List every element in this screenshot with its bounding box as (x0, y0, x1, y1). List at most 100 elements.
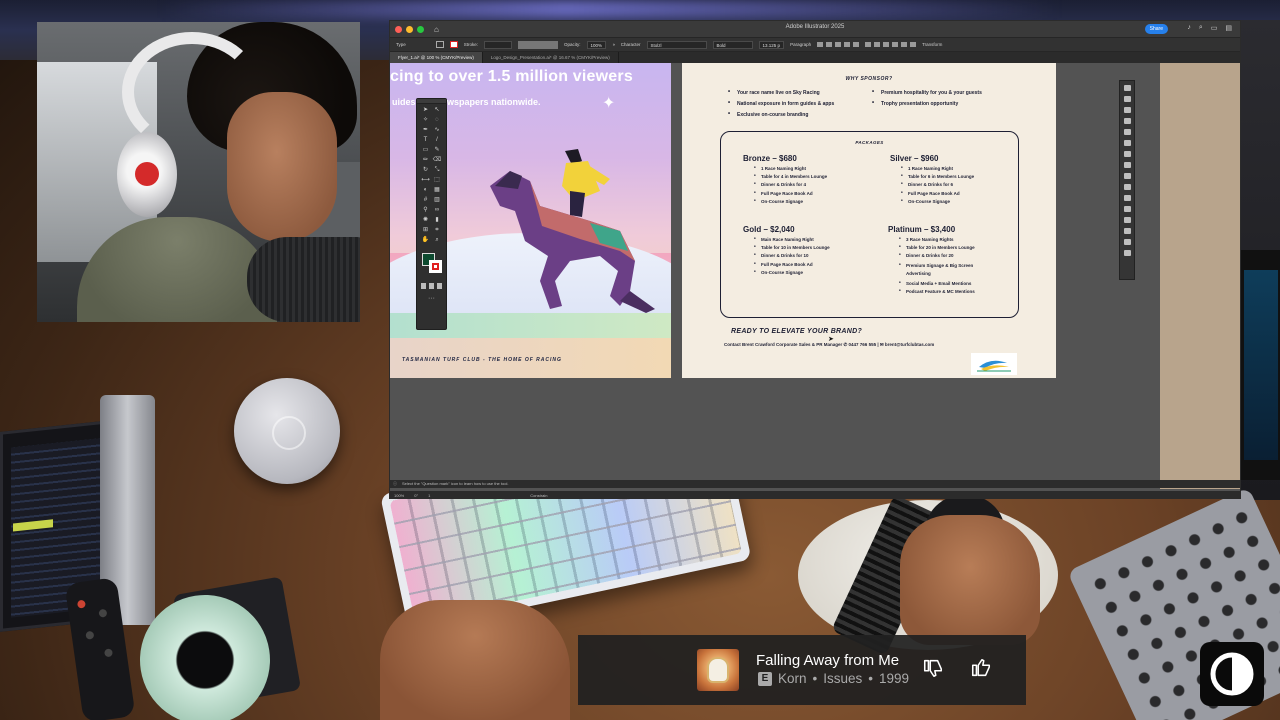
minimize-window-button[interactable] (406, 25, 413, 33)
eyedropper-tool-icon[interactable]: ⚲ (421, 207, 430, 214)
shape-builder-tool-icon[interactable]: ◐ (421, 187, 430, 194)
package-item[interactable]: On-Course Signage (754, 198, 827, 204)
gradient-mode-icon[interactable] (429, 283, 434, 289)
rectangle-tool-icon[interactable]: ▭ (421, 147, 430, 154)
color-mode-icon[interactable] (421, 283, 426, 289)
why-item[interactable]: Trophy presentation opportunity (872, 100, 982, 107)
why-item[interactable]: Your race name live on Sky Racing (728, 89, 834, 96)
fill-swatch[interactable] (435, 41, 444, 48)
package-item[interactable]: 3 Race Naming Rights (899, 236, 999, 242)
gradient-tool-icon[interactable]: ▥ (433, 197, 442, 204)
flyer-headline[interactable]: cing to over 1.5 million viewers (390, 68, 633, 86)
artboard-navigator[interactable]: 1 (428, 491, 430, 498)
slice-tool-icon[interactable]: ⌗ (433, 227, 442, 234)
package-gold[interactable]: Gold – $2,040 Main Race Naming Right Tab… (743, 225, 830, 278)
appearance-panel-icon[interactable] (1123, 151, 1131, 157)
transform-label[interactable]: Transform (922, 42, 942, 47)
share-button[interactable]: Share (1144, 24, 1168, 34)
tab-logo-presentation[interactable]: Logo_Design_Presentation.ai* @ 16.67 % (… (483, 52, 619, 63)
blend-tool-icon[interactable]: ∞ (433, 207, 442, 214)
packages-box[interactable]: PACKAGES Bronze – $680 1 Race Naming Rig… (720, 131, 1019, 318)
status-mode[interactable]: Constrain (530, 491, 547, 498)
perspective-grid-tool-icon[interactable]: ▦ (433, 187, 442, 194)
club-logo[interactable] (971, 353, 1017, 375)
opacity-field[interactable]: 100% (586, 40, 607, 49)
character-panel-icon[interactable] (1123, 195, 1131, 201)
package-item[interactable]: On-Course Signage (901, 198, 974, 204)
package-item[interactable]: Dinner & Drinks for 20 (899, 252, 999, 258)
thumbs-up-icon[interactable] (970, 657, 992, 679)
type-tool-icon[interactable]: T (421, 137, 430, 144)
home-icon[interactable]: ⌂ (434, 25, 439, 34)
zoom-tool-icon[interactable]: ⌕ (433, 237, 442, 244)
free-transform-tool-icon[interactable]: ⬚ (433, 177, 442, 184)
distribute-icons[interactable] (865, 42, 917, 47)
direct-selection-tool-icon[interactable]: ↖ (433, 107, 442, 114)
properties-panel-icon[interactable] (1123, 85, 1131, 91)
symbols-panel-icon[interactable] (1123, 140, 1131, 146)
paragraph-panel-icon[interactable] (1123, 206, 1131, 212)
why-item[interactable]: Exclusive on-course branding (728, 111, 834, 118)
canvas[interactable]: cing to over 1.5 million viewers uides a… (390, 63, 1240, 489)
magic-wand-tool-icon[interactable]: ✧ (421, 117, 430, 124)
scale-tool-icon[interactable]: ⤡ (433, 167, 442, 174)
stroke-swatch[interactable] (449, 41, 458, 48)
stroke-panel-icon[interactable] (1123, 184, 1131, 190)
pencil-tool-icon[interactable]: ✏ (421, 157, 430, 164)
close-window-button[interactable] (395, 25, 402, 33)
sponsor-artboard[interactable]: WHY SPONSOR? Your race name live on Sky … (682, 63, 1056, 378)
paragraph-label[interactable]: Paragraph (790, 42, 811, 47)
package-item[interactable]: Podcast Feature & MC Mentions (899, 288, 999, 294)
tab-flyer[interactable]: Flyer_1.ai* @ 100 % (CMYK/Preview) (390, 52, 483, 63)
package-item[interactable]: Table for 6 in Members Lounge (901, 173, 974, 179)
brushes-panel-icon[interactable] (1123, 129, 1131, 135)
pen-tool-icon[interactable]: ✒ (421, 127, 430, 134)
align-icons[interactable] (817, 42, 860, 47)
package-item[interactable]: Full Page Race Book Ad (754, 261, 830, 267)
package-item[interactable]: Premium Signage & Big Screen Advertising (899, 261, 999, 278)
package-heading[interactable]: Silver – $960 (890, 154, 974, 163)
stroke-weight-field[interactable] (484, 40, 513, 49)
align-panel-icon[interactable] (1123, 217, 1131, 223)
lasso-tool-icon[interactable]: ◌ (433, 117, 442, 124)
font-size-field[interactable]: 13.125 p (758, 40, 785, 49)
font-family-field[interactable]: Stolzl (646, 40, 707, 49)
artboards-panel-icon[interactable] (1123, 250, 1131, 256)
mesh-tool-icon[interactable]: # (421, 197, 430, 204)
transparency-panel-icon[interactable] (1123, 173, 1131, 179)
fill-stroke-widget[interactable] (420, 251, 443, 279)
font-style-field[interactable]: Bold (712, 40, 753, 49)
package-item[interactable]: Social Media + Email Mentions (899, 280, 999, 286)
layers-panel-icon[interactable] (1123, 96, 1131, 102)
package-bronze[interactable]: Bronze – $680 1 Race Naming Right Table … (743, 154, 827, 207)
why-sponsor-title[interactable]: WHY SPONSOR? (682, 76, 1056, 82)
notification-icon[interactable]: ♪ (1187, 24, 1191, 32)
swatches-panel-icon[interactable] (1123, 118, 1131, 124)
graphic-styles-panel-icon[interactable] (1123, 162, 1131, 168)
arrange-icon[interactable]: ▤ (1225, 24, 1232, 32)
character-label[interactable]: Character (621, 42, 641, 47)
rotation-field[interactable]: 0° (414, 491, 418, 498)
links-panel-icon[interactable] (1123, 239, 1131, 245)
none-mode-icon[interactable] (437, 283, 442, 289)
package-item[interactable]: Dinner & Drinks for 4 (754, 181, 827, 187)
package-item[interactable]: Table for 20 in Members Lounge (899, 244, 999, 250)
stroke-style-bar[interactable] (518, 40, 559, 49)
thumbs-down-icon[interactable] (922, 657, 944, 679)
zoom-field[interactable]: 100% (394, 491, 404, 498)
libraries-panel-icon[interactable] (1123, 107, 1131, 113)
recolor-icon[interactable]: ◑ (612, 42, 615, 47)
column-graph-tool-icon[interactable]: ▮ (433, 217, 442, 224)
pathfinder-panel-icon[interactable] (1123, 228, 1131, 234)
package-item[interactable]: Dinner & Drinks for 10 (754, 252, 830, 258)
edit-toolbar-icon[interactable]: ··· (417, 295, 446, 302)
symbol-sprayer-tool-icon[interactable]: ✺ (421, 217, 430, 224)
flyer-subline[interactable]: uides and newspapers nationwide. (392, 97, 541, 107)
paintbrush-tool-icon[interactable]: ✎ (433, 147, 442, 154)
rotate-tool-icon[interactable]: ↻ (421, 167, 430, 174)
curvature-tool-icon[interactable]: ∿ (433, 127, 442, 134)
width-tool-icon[interactable]: ⟷ (421, 177, 430, 184)
eraser-tool-icon[interactable]: ⌫ (433, 157, 442, 164)
package-item[interactable]: Dinner & Drinks for 6 (901, 181, 974, 187)
package-item[interactable]: Full Page Race Book Ad (754, 190, 827, 196)
